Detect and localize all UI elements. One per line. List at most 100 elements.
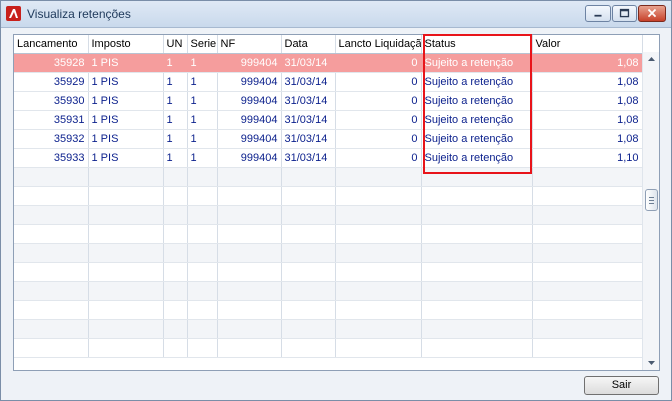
empty-cell: [421, 300, 533, 320]
cell-lancamento[interactable]: 35933: [14, 148, 89, 168]
cell-serie[interactable]: 1: [187, 53, 218, 73]
cell-imposto[interactable]: 1 PIS: [88, 129, 164, 149]
cell-valor[interactable]: 1,08: [532, 72, 643, 92]
cell-un[interactable]: 1: [163, 72, 188, 92]
table-row[interactable]: 35931 1 PIS 1 1 999404 31/03/14 0 Sujeito a ret…: [14, 110, 643, 130]
cell-data[interactable]: 31/03/14: [281, 148, 336, 168]
cell-un[interactable]: 1: [163, 148, 188, 168]
col-header-nf[interactable]: NF: [217, 35, 282, 54]
cell-lancamento[interactable]: 35932: [14, 129, 89, 149]
empty-row: [14, 281, 643, 301]
cell-imposto[interactable]: 1 PIS: [88, 72, 164, 92]
vertical-scrollbar[interactable]: [642, 52, 659, 370]
cell-lancamento[interactable]: 35929: [14, 72, 89, 92]
cell-serie[interactable]: 1: [187, 148, 218, 168]
empty-cell: [421, 319, 533, 339]
cell-nf[interactable]: 999404: [217, 53, 282, 73]
cell-un[interactable]: 1: [163, 110, 188, 130]
cell-status[interactable]: Sujeito a retenção: [421, 129, 533, 149]
cell-status[interactable]: Sujeito a retenção: [421, 72, 533, 92]
cell-nf[interactable]: 999404: [217, 148, 282, 168]
cell-imposto[interactable]: 1 PIS: [88, 110, 164, 130]
cell-imposto[interactable]: 1 PIS: [88, 91, 164, 111]
empty-cell: [187, 319, 218, 339]
cell-data[interactable]: 31/03/14: [281, 72, 336, 92]
cell-lancto-liquidacao[interactable]: 0: [335, 53, 422, 73]
cell-serie[interactable]: 1: [187, 110, 218, 130]
table-row[interactable]: 35928 1 PIS 1 1 999404 31/03/14 0 Sujeito a ret…: [14, 53, 643, 73]
scroll-up-arrow-icon[interactable]: [645, 54, 658, 64]
cell-valor[interactable]: 1,08: [532, 53, 643, 73]
empty-cell: [217, 224, 282, 244]
empty-cell: [335, 281, 422, 301]
cell-status[interactable]: Sujeito a retenção: [421, 53, 533, 73]
cell-serie[interactable]: 1: [187, 91, 218, 111]
cell-lancto-liquidacao[interactable]: 0: [335, 72, 422, 92]
minimize-button[interactable]: [585, 5, 611, 22]
col-header-serie[interactable]: Serie: [187, 35, 218, 54]
cell-lancamento[interactable]: 35931: [14, 110, 89, 130]
col-header-data[interactable]: Data: [281, 35, 336, 54]
col-header-valor[interactable]: Valor: [532, 35, 643, 54]
cell-lancamento[interactable]: 35928: [14, 53, 89, 73]
table-row[interactable]: 35932 1 PIS 1 1 999404 31/03/14 0 Sujeito a ret…: [14, 129, 643, 149]
scrollbar-thumb[interactable]: [645, 189, 658, 211]
empty-cell: [88, 338, 164, 358]
cell-un[interactable]: 1: [163, 53, 188, 73]
cell-serie[interactable]: 1: [187, 72, 218, 92]
close-button[interactable]: [638, 5, 666, 22]
empty-cell: [163, 281, 188, 301]
empty-cell: [335, 167, 422, 187]
title-bar[interactable]: Visualiza retenções: [1, 1, 671, 28]
col-header-lancto-liquidacao[interactable]: Lancto Liquidação: [335, 35, 422, 54]
cell-lancamento[interactable]: 35930: [14, 91, 89, 111]
cell-data[interactable]: 31/03/14: [281, 110, 336, 130]
cell-nf[interactable]: 999404: [217, 72, 282, 92]
col-header-status[interactable]: Status: [421, 35, 533, 54]
cell-nf[interactable]: 999404: [217, 129, 282, 149]
empty-cell: [88, 281, 164, 301]
table-row[interactable]: 35930 1 PIS 1 1 999404 31/03/14 0 Sujeito a ret…: [14, 91, 643, 111]
cell-un[interactable]: 1: [163, 129, 188, 149]
cell-serie[interactable]: 1: [187, 129, 218, 149]
col-header-un[interactable]: UN: [163, 35, 188, 54]
table-row[interactable]: 35929 1 PIS 1 1 999404 31/03/14 0 Sujeito a ret…: [14, 72, 643, 92]
col-header-lancamento[interactable]: Lancamento: [14, 35, 89, 54]
cell-lancto-liquidacao[interactable]: 0: [335, 91, 422, 111]
empty-cell: [421, 167, 533, 187]
cell-lancto-liquidacao[interactable]: 0: [335, 129, 422, 149]
cell-data[interactable]: 31/03/14: [281, 53, 336, 73]
empty-cell: [88, 319, 164, 339]
empty-row: [14, 224, 643, 244]
cell-nf[interactable]: 999404: [217, 91, 282, 111]
cell-data[interactable]: 31/03/14: [281, 129, 336, 149]
empty-cell: [14, 262, 89, 282]
cell-valor[interactable]: 1,08: [532, 91, 643, 111]
retencoes-grid[interactable]: Lancamento Imposto UN Serie NF Data Lanc…: [13, 34, 660, 371]
cell-lancto-liquidacao[interactable]: 0: [335, 148, 422, 168]
cell-nf[interactable]: 999404: [217, 110, 282, 130]
cell-un[interactable]: 1: [163, 91, 188, 111]
empty-cell: [217, 338, 282, 358]
minimize-icon: [594, 14, 602, 17]
cell-status[interactable]: Sujeito a retenção: [421, 110, 533, 130]
empty-cell: [187, 205, 218, 225]
cell-valor[interactable]: 1,08: [532, 110, 643, 130]
sair-button[interactable]: Sair: [584, 376, 659, 395]
cell-valor[interactable]: 1,10: [532, 148, 643, 168]
table-row[interactable]: 35933 1 PIS 1 1 999404 31/03/14 0 Sujeito a ret…: [14, 148, 643, 168]
scroll-down-arrow-icon[interactable]: [645, 358, 658, 368]
cell-imposto[interactable]: 1 PIS: [88, 53, 164, 73]
cell-data[interactable]: 31/03/14: [281, 91, 336, 111]
cell-lancto-liquidacao[interactable]: 0: [335, 110, 422, 130]
maximize-button[interactable]: [612, 5, 637, 22]
cell-status[interactable]: Sujeito a retenção: [421, 91, 533, 111]
empty-cell: [532, 243, 643, 263]
cell-valor[interactable]: 1,08: [532, 129, 643, 149]
cell-imposto[interactable]: 1 PIS: [88, 148, 164, 168]
empty-cell: [187, 281, 218, 301]
cell-status[interactable]: Sujeito a retenção: [421, 148, 533, 168]
col-header-imposto[interactable]: Imposto: [88, 35, 164, 54]
empty-cell: [421, 338, 533, 358]
app-logo-icon: [6, 6, 21, 21]
